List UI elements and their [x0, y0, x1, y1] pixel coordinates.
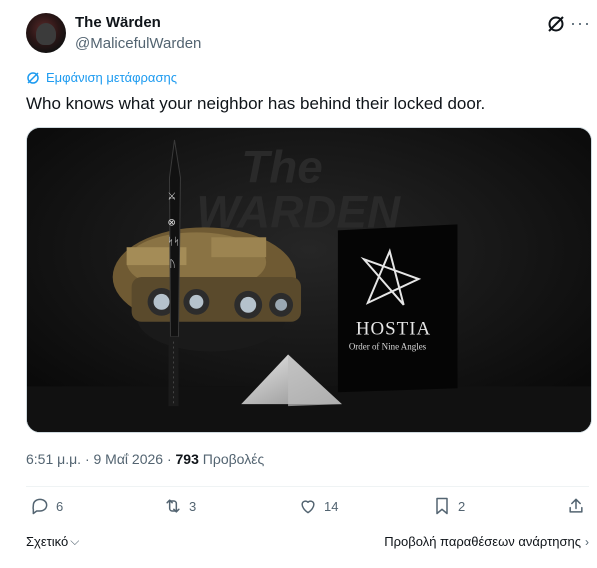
- reply-icon: [32, 498, 48, 515]
- repost-count: 3: [189, 498, 197, 514]
- view-quotes-link[interactable]: Προβολή παραθέσεων ανάρτησης ›: [384, 534, 589, 549]
- like-count: 14: [324, 498, 339, 514]
- tweet-text: Who knows what your neighbor has behind …: [26, 94, 486, 113]
- related-label: Σχετικό: [26, 534, 69, 549]
- heart-icon: [301, 500, 315, 514]
- tweet-metadata: 6:51 μ.μ. · 9 Μαΐ 2026 · 793 Προβολές: [26, 451, 264, 467]
- reply-count: 6: [56, 498, 64, 514]
- bookmark-icon: [436, 497, 448, 515]
- bookmark-count: 2: [458, 498, 466, 514]
- avatar[interactable]: [26, 13, 66, 53]
- svg-text:ᛋᛋ: ᛋᛋ: [168, 236, 180, 248]
- views-count: 793: [175, 451, 199, 467]
- tweet-media-image[interactable]: The WARDEN HOSTIA Order of Nine Angles ⚔…: [26, 127, 592, 433]
- show-translation-label: Εμφάνιση μετάφρασης: [46, 70, 177, 85]
- show-translation-link[interactable]: Εμφάνιση μετάφρασης: [26, 70, 177, 85]
- tweet-actions: 6 3 14 2: [26, 496, 591, 524]
- view-quotes-label: Προβολή παραθέσεων ανάρτησης: [384, 534, 581, 549]
- watermark-line-1: The: [241, 142, 322, 193]
- bookmark-button[interactable]: 2: [432, 496, 465, 516]
- chevron-down-icon: ⌵: [70, 534, 80, 548]
- book-subtitle: Order of Nine Angles: [349, 342, 427, 352]
- reply-button[interactable]: 6: [30, 496, 63, 516]
- book-title: HOSTIA: [356, 319, 431, 340]
- grok-icon[interactable]: [546, 14, 566, 34]
- like-button[interactable]: 14: [298, 496, 338, 516]
- author-handle[interactable]: @MalicefulWarden: [75, 35, 201, 52]
- share-button[interactable]: [566, 496, 586, 516]
- views-label: Προβολές: [198, 451, 265, 467]
- svg-text:ᚢ: ᚢ: [169, 259, 175, 270]
- author-display-name[interactable]: The Wärden: [75, 14, 161, 31]
- chevron-right-icon: ›: [585, 534, 589, 549]
- svg-text:⚔: ⚔: [168, 192, 177, 203]
- more-options-icon[interactable]: ···: [570, 12, 592, 34]
- repost-icon: [166, 499, 180, 513]
- share-icon: [569, 498, 583, 513]
- svg-text:⊗: ⊗: [168, 217, 176, 228]
- tweet-timestamp[interactable]: 6:51 μ.μ. · 9 Μαΐ 2026 ·: [26, 451, 176, 467]
- translate-icon: [27, 71, 39, 84]
- related-link[interactable]: Σχετικό ⌵: [26, 534, 79, 549]
- divider: [26, 486, 589, 487]
- repost-button[interactable]: 3: [163, 496, 196, 516]
